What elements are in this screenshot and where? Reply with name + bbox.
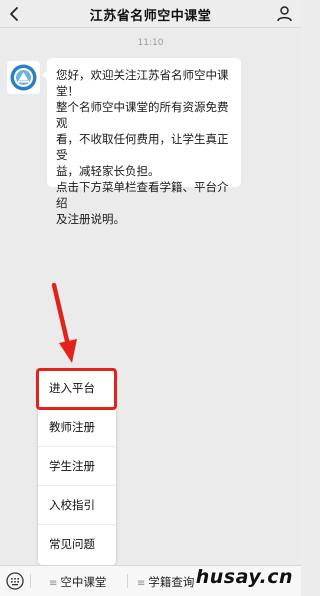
tab-label: 学籍查询 <box>148 575 195 589</box>
bar-divider <box>127 574 128 588</box>
chat-screen: 江苏省名师空中课堂 11:10 您好，欢迎关注江苏省名师空中课 堂！ 整个名师空… <box>0 0 301 596</box>
page-title: 江苏省名师空中课堂 <box>89 9 212 24</box>
menu-lines-icon: ≡ <box>49 578 58 589</box>
message-text: 您好，欢迎关注江苏省名师空中课 堂！ 整个名师空中课堂的所有资源免费观 看，不收… <box>56 68 229 226</box>
account-logo-icon <box>7 61 40 94</box>
menu-item-faq[interactable]: 常见问题 <box>38 525 116 564</box>
menu-item-student-register[interactable]: 学生注册 <box>38 447 116 486</box>
message-timestamp: 11:10 <box>137 38 164 48</box>
message-bubble: 您好，欢迎关注江苏省名师空中课 堂！ 整个名师空中课堂的所有资源免费观 看，不收… <box>42 58 241 226</box>
watermark: husay.cn <box>195 566 293 588</box>
menu-item-label: 学生注册 <box>49 459 95 473</box>
keyboard-icon <box>6 572 24 590</box>
tab-enrollment-query[interactable]: ≡ 学籍查询 <box>137 574 194 590</box>
profile-button[interactable] <box>276 5 293 22</box>
menu-lines-icon: ≡ <box>137 578 146 589</box>
menu-item-school-guide[interactable]: 入校指引 <box>38 486 116 525</box>
keyboard-toggle-button[interactable] <box>6 572 24 590</box>
avatar[interactable] <box>7 61 40 94</box>
header: 江苏省名师空中课堂 <box>0 0 301 28</box>
menu-item-label: 常见问题 <box>49 537 95 551</box>
tab-air-classroom[interactable]: ≡ 空中课堂 <box>49 574 106 590</box>
tab-label: 空中课堂 <box>60 575 107 589</box>
bar-divider <box>30 574 31 588</box>
highlight-box <box>36 368 117 410</box>
person-icon <box>277 6 292 22</box>
red-arrow-annotation <box>51 283 77 363</box>
menu-item-label: 教师注册 <box>49 420 95 434</box>
menu-item-label: 入校指引 <box>49 498 95 512</box>
menu-item-teacher-register[interactable]: 教师注册 <box>38 408 116 447</box>
